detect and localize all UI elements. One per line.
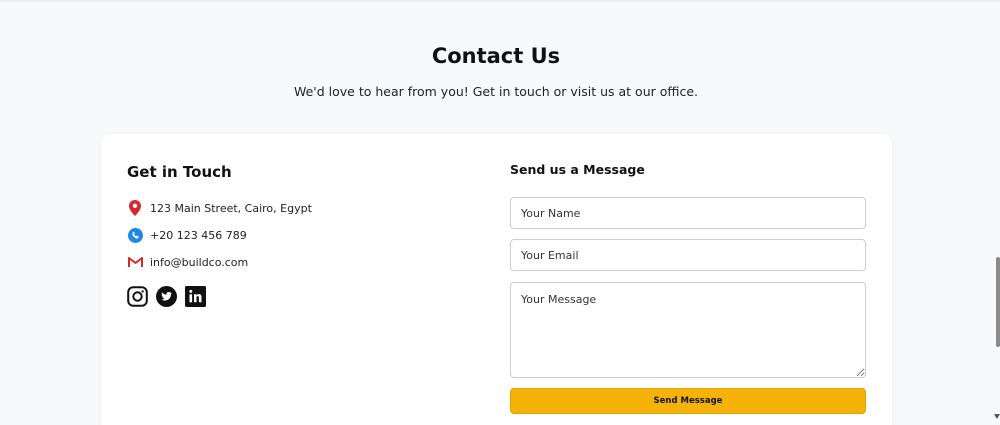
gmail-icon (127, 254, 143, 270)
address-row: 123 Main Street, Cairo, Egypt (127, 200, 312, 216)
social-links (127, 286, 214, 307)
instagram-icon[interactable] (127, 286, 148, 307)
map-pin-icon (127, 200, 143, 216)
twitter-icon[interactable] (156, 286, 177, 307)
address-text: 123 Main Street, Cairo, Egypt (150, 201, 312, 215)
phone-icon (127, 227, 143, 243)
scroll-down-arrow-icon[interactable] (994, 414, 1000, 419)
contact-card: Get in Touch 123 Main Street, Cairo, Egy… (101, 134, 892, 425)
name-input[interactable] (510, 197, 866, 229)
get-in-touch-heading: Get in Touch (127, 163, 232, 181)
message-textarea[interactable] (510, 282, 866, 378)
email-text: info@buildco.com (150, 255, 249, 269)
phone-text: +20 123 456 789 (150, 228, 247, 242)
linkedin-icon[interactable] (185, 286, 206, 307)
page-title: Contact Us (431, 44, 561, 68)
send-message-heading: Send us a Message (510, 162, 645, 177)
email-row: info@buildco.com (127, 254, 248, 270)
scrollbar-thumb[interactable] (996, 257, 1000, 347)
phone-row: +20 123 456 789 (127, 227, 247, 243)
page-subtitle: We'd love to hear from you! Get in touch… (293, 84, 698, 99)
send-message-button[interactable]: Send Message (510, 388, 866, 414)
top-divider (0, 0, 1000, 2)
email-input[interactable] (510, 239, 866, 271)
